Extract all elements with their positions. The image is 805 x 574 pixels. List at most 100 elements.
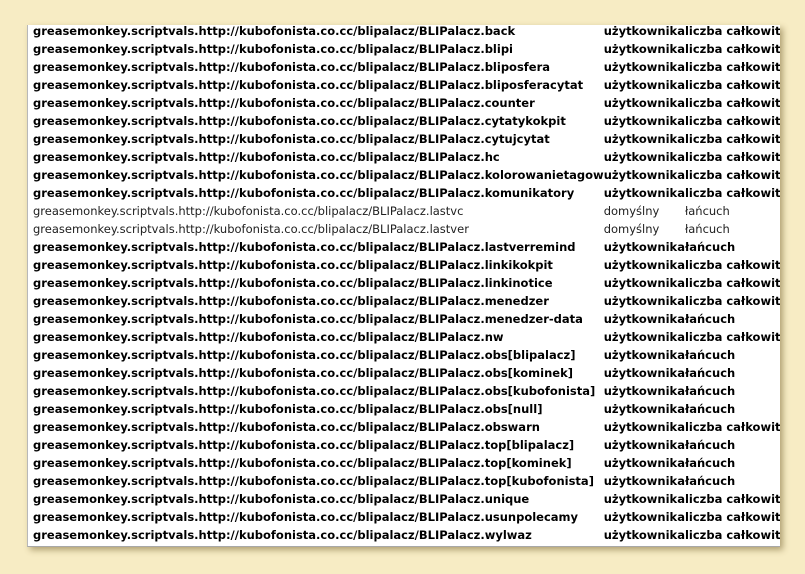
pref-status: użytkownika (603, 420, 685, 434)
pref-name: greasemonkey.scriptvals.http://kubofonis… (33, 402, 543, 416)
pref-type: łańcuch (684, 204, 730, 218)
pref-row[interactable]: greasemonkey.scriptvals.http://kubofonis… (33, 472, 780, 490)
pref-status: użytkownika (603, 240, 685, 254)
pref-status: użytkownika (603, 528, 685, 542)
pref-name: greasemonkey.scriptvals.http://kubofonis… (33, 276, 553, 290)
pref-status: użytkownika (603, 330, 685, 344)
pref-row[interactable]: greasemonkey.scriptvals.http://kubofonis… (33, 130, 780, 148)
pref-type: liczba całkowita (684, 276, 780, 290)
pref-status: użytkownika (603, 402, 685, 416)
pref-status: użytkownika (603, 456, 685, 470)
pref-row[interactable]: greasemonkey.scriptvals.http://kubofonis… (33, 148, 780, 166)
pref-row[interactable]: greasemonkey.scriptvals.http://kubofonis… (33, 112, 780, 130)
pref-type: liczba całkowita (684, 510, 780, 524)
pref-row[interactable]: greasemonkey.scriptvals.http://kubofonis… (33, 364, 780, 382)
pref-type: łańcuch (684, 348, 736, 362)
pref-name: greasemonkey.scriptvals.http://kubofonis… (33, 492, 530, 506)
pref-row[interactable]: greasemonkey.scriptvals.http://kubofonis… (33, 220, 780, 238)
pref-status: użytkownika (603, 42, 685, 56)
pref-name: greasemonkey.scriptvals.http://kubofonis… (33, 168, 604, 182)
pref-row[interactable]: greasemonkey.scriptvals.http://kubofonis… (33, 94, 780, 112)
pref-status: użytkownika (603, 186, 685, 200)
pref-type: łańcuch (684, 366, 736, 380)
pref-row[interactable]: greasemonkey.scriptvals.http://kubofonis… (33, 490, 780, 508)
pref-name: greasemonkey.scriptvals.http://kubofonis… (33, 330, 504, 344)
pref-type: łańcuch (684, 312, 736, 326)
pref-row[interactable]: greasemonkey.scriptvals.http://kubofonis… (33, 166, 780, 184)
pref-status: użytkownika (603, 438, 685, 452)
pref-type: łańcuch (684, 384, 736, 398)
pref-type: liczba całkowita (684, 420, 780, 434)
pref-name: greasemonkey.scriptvals.http://kubofonis… (33, 132, 550, 146)
pref-type: liczba całkowita (684, 294, 780, 308)
pref-row[interactable]: greasemonkey.scriptvals.http://kubofonis… (33, 256, 780, 274)
pref-type: łańcuch (684, 402, 736, 416)
pref-status: użytkownika (603, 510, 685, 524)
pref-status: użytkownika (603, 168, 685, 182)
pref-type: liczba całkowita (684, 25, 780, 38)
pref-status: użytkownika (603, 276, 685, 290)
pref-name: greasemonkey.scriptvals.http://kubofonis… (33, 258, 553, 272)
pref-row[interactable]: greasemonkey.scriptvals.http://kubofonis… (33, 526, 780, 544)
pref-row[interactable]: greasemonkey.scriptvals.http://kubofonis… (33, 202, 780, 220)
pref-row[interactable]: greasemonkey.scriptvals.http://kubofonis… (33, 58, 780, 76)
pref-row[interactable]: greasemonkey.scriptvals.http://kubofonis… (33, 238, 780, 256)
pref-name: greasemonkey.scriptvals.http://kubofonis… (33, 348, 576, 362)
pref-name: greasemonkey.scriptvals.http://kubofonis… (33, 240, 576, 254)
pref-name: greasemonkey.scriptvals.http://kubofonis… (33, 528, 532, 542)
pref-type: liczba całkowita (684, 42, 780, 56)
pref-row[interactable]: greasemonkey.scriptvals.http://kubofonis… (33, 184, 780, 202)
pref-name: greasemonkey.scriptvals.http://kubofonis… (33, 366, 573, 380)
pref-type: liczba całkowita (684, 150, 780, 164)
preferences-table: greasemonkey.scriptvals.http://kubofonis… (33, 25, 780, 544)
pref-name: greasemonkey.scriptvals.http://kubofonis… (33, 186, 575, 200)
pref-name: greasemonkey.scriptvals.http://kubofonis… (33, 150, 500, 164)
pref-status: użytkownika (603, 114, 685, 128)
pref-type: liczba całkowita (684, 492, 780, 506)
pref-type: liczba całkowita (684, 114, 780, 128)
pref-status: użytkownika (603, 96, 685, 110)
pref-name: greasemonkey.scriptvals.http://kubofonis… (33, 510, 579, 524)
pref-row[interactable]: greasemonkey.scriptvals.http://kubofonis… (33, 508, 780, 526)
pref-status: użytkownika (603, 492, 685, 506)
pref-status: użytkownika (603, 132, 685, 146)
pref-row[interactable]: greasemonkey.scriptvals.http://kubofonis… (33, 418, 780, 436)
pref-type: łańcuch (684, 222, 730, 236)
preferences-list: greasemonkey.scriptvals.http://kubofonis… (33, 25, 780, 544)
pref-name: greasemonkey.scriptvals.http://kubofonis… (33, 25, 516, 38)
pref-type: liczba całkowita (684, 528, 780, 542)
pref-name: greasemonkey.scriptvals.http://kubofonis… (33, 222, 469, 236)
pref-name: greasemonkey.scriptvals.http://kubofonis… (33, 78, 584, 92)
pref-name: greasemonkey.scriptvals.http://kubofonis… (33, 114, 566, 128)
pref-name: greasemonkey.scriptvals.http://kubofonis… (33, 96, 535, 110)
pref-type: liczba całkowita (684, 78, 780, 92)
pref-name: greasemonkey.scriptvals.http://kubofonis… (33, 384, 596, 398)
pref-row[interactable]: greasemonkey.scriptvals.http://kubofonis… (33, 310, 780, 328)
pref-row[interactable]: greasemonkey.scriptvals.http://kubofonis… (33, 436, 780, 454)
pref-row[interactable]: greasemonkey.scriptvals.http://kubofonis… (33, 292, 780, 310)
pref-name: greasemonkey.scriptvals.http://kubofonis… (33, 294, 549, 308)
pref-row[interactable]: greasemonkey.scriptvals.http://kubofonis… (33, 40, 780, 58)
pref-status: użytkownika (603, 294, 685, 308)
pref-row[interactable]: greasemonkey.scriptvals.http://kubofonis… (33, 25, 780, 40)
pref-status: użytkownika (603, 25, 685, 38)
pref-type: łańcuch (684, 438, 736, 452)
pref-type: liczba całkowita (684, 60, 780, 74)
pref-name: greasemonkey.scriptvals.http://kubofonis… (33, 204, 464, 218)
pref-status: domyślny (603, 204, 660, 218)
pref-row[interactable]: greasemonkey.scriptvals.http://kubofonis… (33, 76, 780, 94)
pref-status: użytkownika (603, 78, 685, 92)
pref-row[interactable]: greasemonkey.scriptvals.http://kubofonis… (33, 346, 780, 364)
pref-status: użytkownika (603, 60, 685, 74)
pref-row[interactable]: greasemonkey.scriptvals.http://kubofonis… (33, 382, 780, 400)
pref-name: greasemonkey.scriptvals.http://kubofonis… (33, 42, 513, 56)
pref-row[interactable]: greasemonkey.scriptvals.http://kubofonis… (33, 454, 780, 472)
pref-type: liczba całkowita (684, 258, 780, 272)
pref-name: greasemonkey.scriptvals.http://kubofonis… (33, 60, 551, 74)
pref-row[interactable]: greasemonkey.scriptvals.http://kubofonis… (33, 328, 780, 346)
pref-status: domyślny (603, 222, 660, 236)
pref-row[interactable]: greasemonkey.scriptvals.http://kubofonis… (33, 400, 780, 418)
pref-name: greasemonkey.scriptvals.http://kubofonis… (33, 420, 540, 434)
pref-row[interactable]: greasemonkey.scriptvals.http://kubofonis… (33, 274, 780, 292)
pref-type: liczba całkowita (684, 96, 780, 110)
